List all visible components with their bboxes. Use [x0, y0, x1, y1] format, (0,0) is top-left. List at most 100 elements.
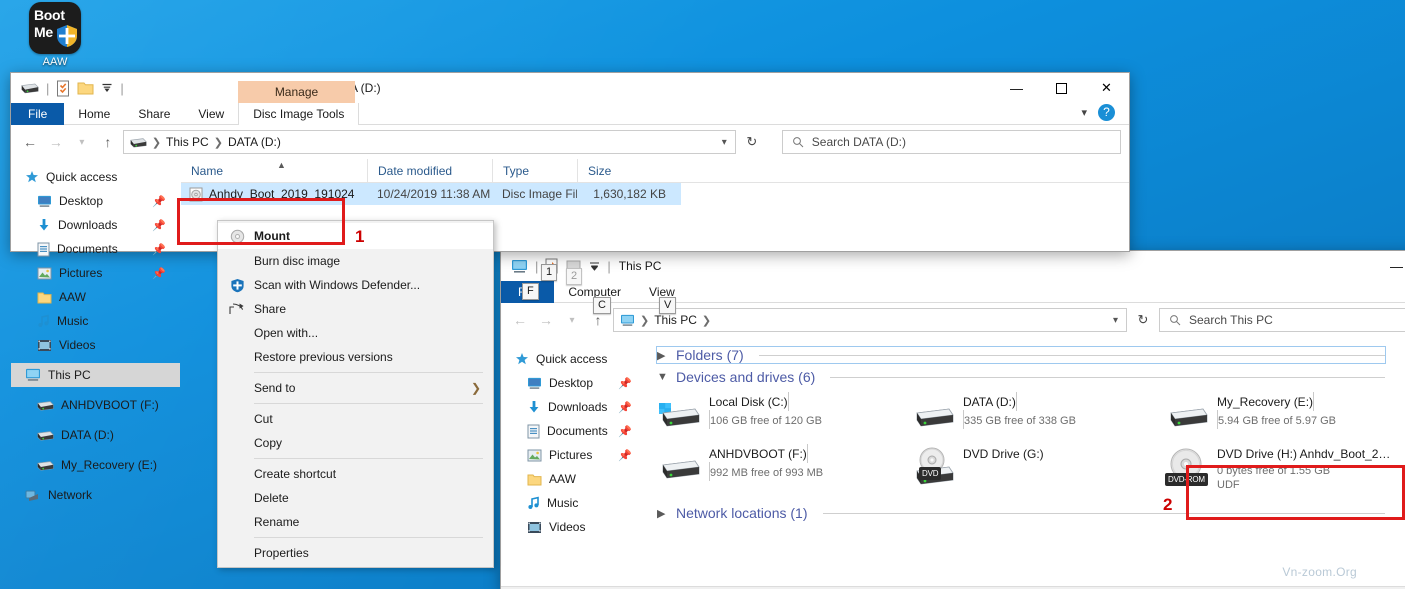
column-header-type[interactable]: Type [492, 158, 577, 183]
context-menu-item-share[interactable]: Share [218, 297, 493, 321]
breadcrumb-this-pc[interactable]: This PC [166, 135, 209, 149]
sidebar-item-documents[interactable]: Documents 📌 [11, 237, 180, 261]
window2-ribbon-tabs[interactable]: File Computer View [501, 281, 1405, 303]
chevron-down-icon[interactable]: ▼ [657, 371, 669, 383]
drive-item-local-disk-c[interactable]: Local Disk (C:) 106 GB free of 120 GB [657, 389, 911, 441]
context-menu-item-delete[interactable]: Delete [218, 486, 493, 510]
sidebar-item-documents[interactable]: Documents 📌 [501, 419, 646, 443]
back-button[interactable]: ← [19, 131, 41, 153]
context-menu-item-burn-disc-image[interactable]: Burn disc image [218, 249, 493, 273]
window1-minimize-button[interactable]: — [994, 73, 1039, 103]
window2-navigation-pane[interactable]: Quick access Desktop 📌 Downloads 📌 Docum… [501, 337, 647, 586]
sidebar-item-downloads[interactable]: Downloads 📌 [11, 213, 180, 237]
tab-file[interactable]: File [11, 103, 65, 125]
desktop-icon-bootme-aaw[interactable]: Boot Me AAW [22, 2, 88, 68]
sidebar-item-anhdvboot-f[interactable]: ANHDVBOOT (F:) [11, 393, 180, 417]
sidebar-item-network[interactable]: Network [11, 483, 180, 507]
column-header-size[interactable]: Size [577, 158, 662, 183]
context-menu-item-properties[interactable]: Properties [218, 541, 493, 565]
refresh-button[interactable]: ↻ [1131, 308, 1155, 332]
address-dropdown-icon[interactable]: ▾ [722, 137, 727, 148]
context-menu-item-rename[interactable]: Rename [218, 510, 493, 534]
drive-item-dvd-drive-g[interactable]: DVD DVD Drive (G:) [911, 441, 1165, 493]
explorer-window-data-d[interactable]: | | DATA (D:) — ✕ Manage [10, 72, 1130, 502]
help-icon[interactable]: ? [1098, 104, 1115, 121]
breadcrumb-data-d[interactable]: DATA (D:) [228, 135, 281, 149]
sidebar-item-pictures[interactable]: Pictures 📌 [501, 443, 646, 467]
sidebar-item-desktop[interactable]: Desktop 📌 [11, 189, 180, 213]
back-button[interactable]: ← [509, 309, 531, 331]
properties-icon[interactable] [56, 80, 70, 97]
file-name-cell[interactable]: Anhdv_Boot_2019_191024 [181, 187, 367, 202]
window1-titlebar[interactable]: | | DATA (D:) — ✕ Manage [11, 73, 1129, 103]
window2-address-bar[interactable]: ❯ This PC ❯ ▾ [613, 308, 1127, 332]
pin-icon[interactable]: 📌 [618, 425, 632, 438]
file-list-column-headers[interactable]: Name Date modified Type Size ▲ [181, 158, 1129, 183]
context-menu-item-scan-with-windows-defender[interactable]: Scan with Windows Defender... [218, 273, 493, 297]
sidebar-item-videos[interactable]: Videos [11, 333, 180, 357]
tab-home[interactable]: Home [64, 103, 124, 125]
pin-icon[interactable]: 📌 [152, 195, 166, 208]
sidebar-item-pictures[interactable]: Pictures 📌 [11, 261, 180, 285]
recent-locations-chevron-icon[interactable]: ▾ [561, 309, 583, 331]
tab-disc-image-tools[interactable]: Disc Image Tools [238, 103, 360, 125]
ribbon-collapse-chevron-icon[interactable]: ▾ [1081, 106, 1087, 119]
window2-quick-access-toolbar[interactable]: | | [511, 258, 611, 274]
window1-close-button[interactable]: ✕ [1084, 73, 1129, 103]
window1-quick-access-toolbar[interactable]: | | [21, 80, 124, 97]
sidebar-item-quick-access[interactable]: Quick access [501, 347, 646, 371]
sidebar-item-this-pc[interactable]: This PC [11, 363, 180, 387]
drive-item-data-d[interactable]: DATA (D:) 335 GB free of 338 GB [911, 389, 1165, 441]
forward-button[interactable]: → [45, 131, 67, 153]
refresh-button[interactable]: ↻ [740, 130, 764, 154]
breadcrumb-chevron-icon-2[interactable]: ❯ [214, 136, 223, 149]
window1-address-row[interactable]: ← → ▾ ↑ ❯ This PC ❯ DATA (D:) ▾ ↻ Search… [11, 125, 1129, 159]
pin-icon[interactable]: 📌 [618, 377, 632, 390]
drive-item-anhdvboot-f[interactable]: ANHDVBOOT (F:) 992 MB free of 993 MB [657, 441, 911, 493]
file-context-menu[interactable]: Mount Burn disc image Scan with Windows … [217, 220, 494, 568]
drive-item-my-recovery-e[interactable]: My_Recovery (E:) 5.94 GB free of 5.97 GB [1165, 389, 1405, 441]
window1-controls[interactable]: — ✕ [994, 73, 1129, 103]
sidebar-item-downloads[interactable]: Downloads 📌 [501, 395, 646, 419]
explorer-window-this-pc[interactable]: | | This PC — File Computer [500, 250, 1405, 589]
pin-icon[interactable]: 📌 [618, 401, 632, 414]
group-header-network-locations[interactable]: ▶ Network locations (1) [657, 505, 1385, 521]
customize-chevron-icon[interactable] [101, 83, 113, 93]
window1-ribbon-tabs[interactable]: File Home Share View Disc Image Tools ▾ … [11, 103, 1129, 125]
context-menu-item-create-shortcut[interactable]: Create shortcut [218, 462, 493, 486]
address-dropdown-icon[interactable]: ▾ [1113, 315, 1118, 326]
new-folder-icon[interactable] [77, 81, 94, 96]
pin-icon[interactable]: 📌 [618, 449, 632, 462]
sidebar-item-music[interactable]: Music [501, 491, 646, 515]
pin-icon[interactable]: 📌 [152, 243, 166, 256]
sidebar-item-music[interactable]: Music [11, 309, 180, 333]
drive-icon[interactable] [21, 82, 39, 94]
pin-icon[interactable]: 📌 [152, 267, 166, 280]
breadcrumb-chevron-icon-2[interactable]: ❯ [702, 314, 711, 327]
context-menu-item-open-with[interactable]: Open with... [218, 321, 493, 345]
context-menu-item-copy[interactable]: Copy [218, 431, 493, 455]
window1-search-box[interactable]: Search DATA (D:) [781, 130, 1122, 154]
context-menu-item-restore-previous-versions[interactable]: Restore previous versions [218, 345, 493, 369]
sidebar-item-desktop[interactable]: Desktop 📌 [501, 371, 646, 395]
group-header-devices-and-drives[interactable]: ▼ Devices and drives (6) [657, 369, 1385, 385]
window2-search-box[interactable]: Search This PC [1159, 308, 1405, 332]
sidebar-item-aaw[interactable]: AAW [501, 467, 646, 491]
pin-icon[interactable]: 📌 [152, 219, 166, 232]
context-menu-item-send-to[interactable]: Send to ❯ [218, 376, 493, 400]
window1-navigation-pane[interactable]: Quick access Desktop 📌 Downloads 📌 Docum… [11, 159, 181, 502]
chevron-right-icon[interactable]: ▶ [657, 349, 669, 362]
drive-item-dvd-drive-h-mounted[interactable]: DVD-ROM DVD Drive (H:) Anhdv_Boot_2… 0 b… [1165, 441, 1405, 499]
window2-minimize-button[interactable]: — [1374, 251, 1405, 281]
breadcrumb-this-pc[interactable]: This PC [654, 313, 697, 327]
tab-share[interactable]: Share [124, 103, 184, 125]
tab-view[interactable]: View [184, 103, 238, 125]
sidebar-item-videos[interactable]: Videos [501, 515, 646, 539]
group-header-folders[interactable]: ▶ Folders (7) [656, 346, 1386, 364]
window2-address-row[interactable]: ← → ▾ ↑ ❯ This PC ❯ ▾ ↻ Search This PC [501, 303, 1405, 337]
sidebar-item-my-recovery-e[interactable]: My_Recovery (E:) [11, 453, 180, 477]
sidebar-item-quick-access[interactable]: Quick access [11, 165, 180, 189]
window2-controls[interactable]: — [1374, 251, 1405, 281]
up-button[interactable]: ↑ [97, 131, 119, 153]
sidebar-item-aaw[interactable]: AAW [11, 285, 180, 309]
